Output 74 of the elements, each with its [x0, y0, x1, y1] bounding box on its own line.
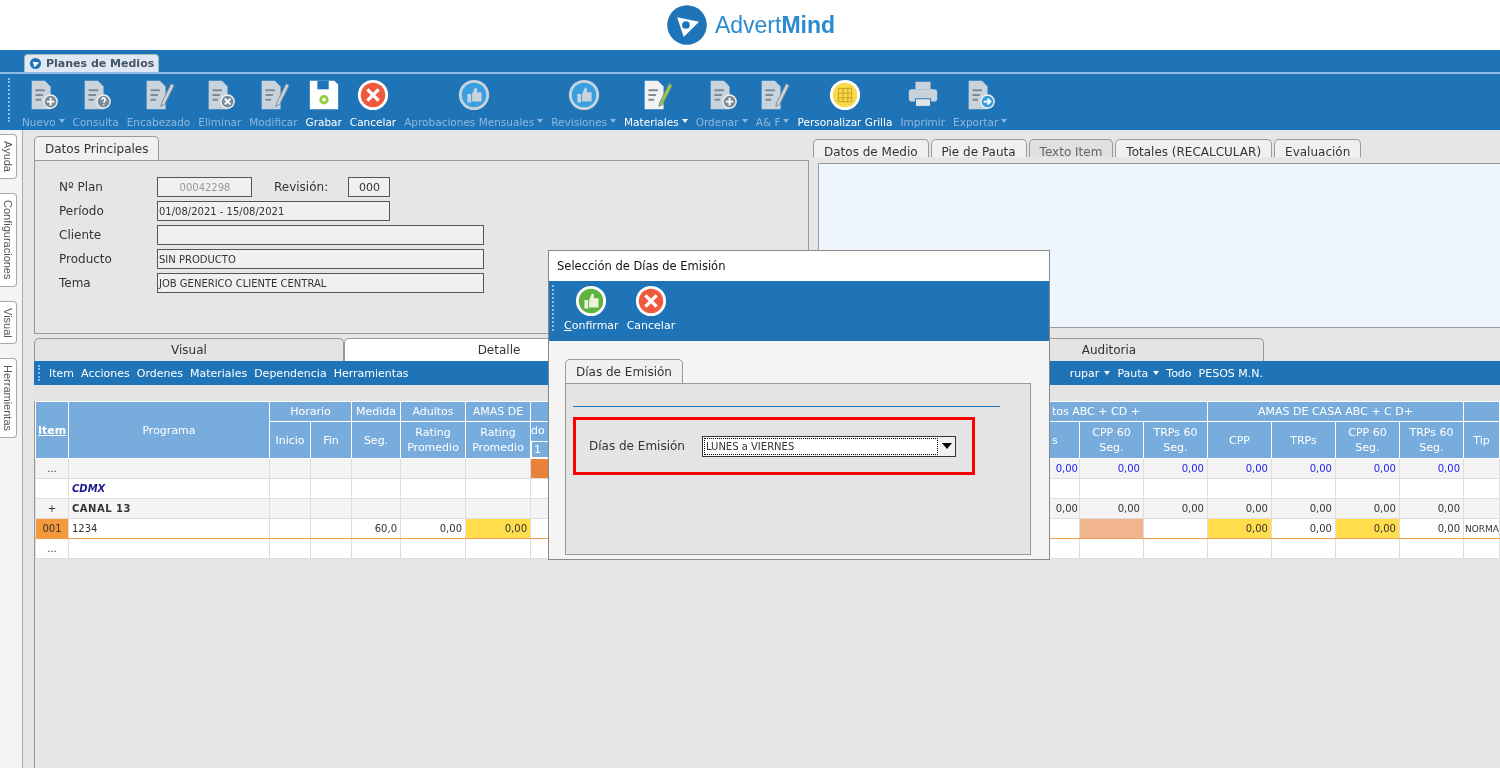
dialog-title: Selección de Días de Emisión — [549, 251, 1049, 281]
caret-icon — [942, 443, 952, 449]
detail-tab[interactable]: Visual — [34, 338, 344, 361]
dialog-button[interactable]: Cancelar — [622, 285, 680, 332]
table-cell: 0,00 — [1207, 498, 1272, 519]
grid-icon — [828, 78, 862, 112]
toolbar-button[interactable]: Personalizar Grilla — [793, 78, 897, 128]
field-label: Tema — [59, 276, 92, 290]
menu-item[interactable]: Todo — [1166, 366, 1192, 380]
side-tab[interactable]: Herramientas — [0, 358, 17, 439]
dialog-button[interactable]: Confirmar — [560, 285, 623, 332]
menu-item[interactable]: Ordenes — [136, 366, 183, 380]
logo-icon — [29, 57, 42, 70]
table-cell: 0,00 — [1335, 498, 1400, 519]
menu-item[interactable]: PESOS M.N. — [1198, 366, 1263, 380]
column-group-header: AMAS DE — [465, 401, 531, 422]
table-cell: 001 — [35, 518, 69, 539]
table-cell: 0,00 — [1335, 458, 1400, 479]
field-label: Producto — [59, 252, 113, 266]
column-group-header: Adultos — [400, 401, 466, 422]
side-tab[interactable]: Configuraciones — [0, 193, 17, 287]
input-field[interactable]: SIN PRODUCTO — [157, 249, 484, 269]
menu-item[interactable]: Item — [49, 366, 75, 380]
table-cell: ... — [35, 458, 69, 479]
menu-item[interactable]: Pauta — [1117, 366, 1149, 380]
logo-icon — [664, 3, 709, 47]
table-cell: 0,00 — [1207, 518, 1272, 539]
field-label: Revisión: — [274, 180, 330, 194]
logo-text: AdvertMind — [714, 11, 836, 39]
side-tab[interactable]: Visual — [0, 300, 17, 345]
field-label: Período — [59, 204, 105, 218]
thumbs-up-icon — [566, 78, 601, 112]
tab-label: Planes de Medios — [46, 57, 155, 70]
toolbar-button[interactable]: Cancelar — [345, 78, 401, 128]
panel-tab[interactable]: Datos Principales — [34, 136, 160, 160]
side-tab[interactable]: Ayuda — [0, 134, 17, 179]
thumbs-up-icon — [575, 285, 608, 317]
menu-item[interactable]: Materiales — [189, 366, 248, 380]
menu-item[interactable]: rupar — [1069, 366, 1100, 380]
menu-item[interactable]: Herramientas — [333, 366, 409, 380]
table-cell: 0,00 — [1079, 458, 1144, 479]
panel-tab[interactable]: Días de Emisión — [565, 359, 683, 383]
column-group-header: AMAS DE CASA ABC + C D+ — [1207, 401, 1464, 422]
input-field[interactable] — [157, 225, 484, 245]
table-cell: + — [35, 498, 69, 519]
column-group-header: tos ABC + CD + — [1049, 401, 1208, 422]
toolbar-button[interactable]: Materiales — [620, 78, 692, 128]
thumbs-up-icon — [456, 78, 491, 112]
toolbar-button[interactable]: Grabar — [301, 78, 346, 128]
table-cell: 0,00 — [1207, 458, 1272, 479]
field-label: Días de Emisión — [589, 439, 686, 453]
input-field[interactable]: JOB GENERICO CLIENTE CENTRAL — [157, 273, 484, 293]
table-cell — [1207, 538, 1272, 559]
column-subheader: 1 — [531, 441, 549, 458]
cancel-icon — [634, 285, 667, 317]
table-cell — [1079, 478, 1144, 499]
column-group-header: Horario — [269, 401, 352, 422]
revision-field[interactable]: 000 — [348, 177, 390, 197]
table-cell — [1207, 478, 1272, 499]
app-tab[interactable]: Planes de Medios — [24, 54, 160, 72]
cancel-icon — [356, 78, 390, 112]
input-field[interactable]: 01/08/2021 - 15/08/2021 — [157, 201, 390, 221]
menu-item[interactable]: Acciones — [81, 366, 130, 380]
table-cell: 0,00 — [1079, 498, 1144, 519]
table-cell — [1335, 538, 1400, 559]
column-group-header: Medida — [351, 401, 401, 422]
table-cell — [1335, 478, 1400, 499]
table-cell — [1079, 538, 1144, 559]
field-label: Cliente — [59, 228, 103, 242]
days-select[interactable]: LUNES a VIERNES — [702, 435, 956, 457]
table-cell: ... — [35, 538, 69, 559]
table-cell: 0,00 — [1335, 518, 1400, 539]
field-label: Nº Plan — [59, 180, 104, 194]
menu-item[interactable]: Dependencia — [254, 366, 327, 380]
